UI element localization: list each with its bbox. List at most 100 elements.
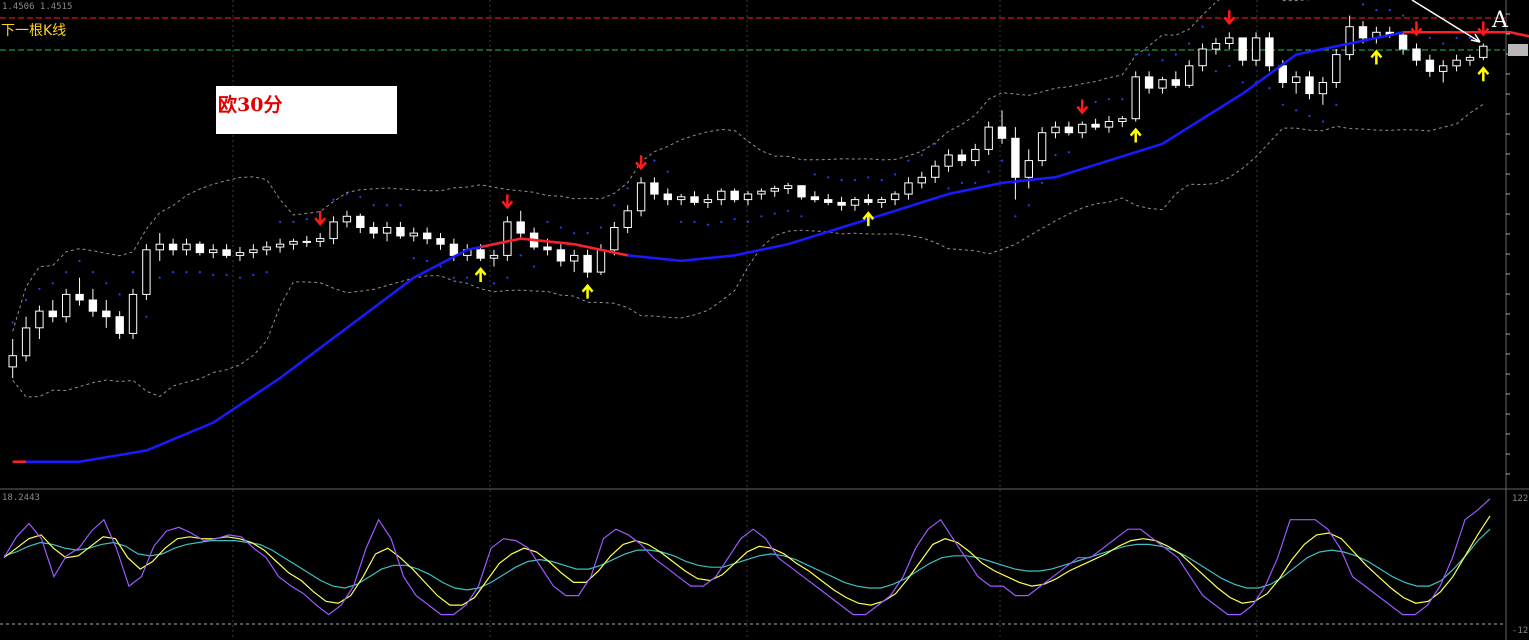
bull-candle-body: [1158, 79, 1167, 89]
candle: [1225, 32, 1234, 50]
sar-dot: [412, 257, 415, 260]
bull-candle-body: [677, 196, 686, 201]
candle: [1398, 32, 1408, 55]
bull-candle-body: [289, 240, 298, 245]
bear-candle-body: [1358, 26, 1368, 39]
indicator-bottom-value: -12: [1512, 626, 1529, 636]
candle: [235, 247, 245, 261]
candle: [62, 288, 71, 323]
bear-candle-body: [48, 310, 57, 318]
sar-dot: [894, 173, 897, 176]
buy-arrow: [1477, 66, 1490, 82]
sar-dot: [853, 179, 857, 182]
buy-arrow: [581, 283, 594, 299]
sar-dot: [1361, 3, 1365, 6]
bear-candle-body: [583, 254, 592, 273]
candle: [797, 185, 806, 200]
sar-dot: [693, 220, 696, 223]
candle: [730, 188, 739, 203]
sar-dot: [787, 209, 790, 212]
candle: [1479, 43, 1488, 61]
price-readout: 1.4506 1.4515: [2, 2, 73, 12]
sar-dot: [359, 195, 362, 198]
bull-candle-body: [8, 355, 17, 368]
bull-candle-body: [703, 199, 713, 203]
sar-dot: [185, 271, 188, 274]
sar-dot: [907, 159, 910, 162]
candle: [382, 221, 392, 242]
candle: [155, 233, 165, 261]
candlesticks: [8, 15, 1488, 379]
sar-dot: [1241, 81, 1244, 84]
sar-dot: [172, 271, 175, 274]
sar-dot: [613, 204, 616, 207]
bear-candle-body: [1412, 48, 1421, 61]
bear-candle-body: [864, 199, 873, 203]
candle: [423, 227, 432, 245]
bear-candle-body: [222, 249, 231, 256]
bull-candle-body: [21, 327, 31, 357]
sar-dot: [666, 170, 669, 173]
bear-candle-body: [516, 221, 525, 234]
sar-dot: [11, 321, 14, 324]
sar-dot: [960, 181, 964, 184]
sar-dot: [91, 271, 94, 274]
candle: [1265, 32, 1274, 72]
bull-candle-body: [717, 190, 726, 201]
sar-dot: [1121, 98, 1124, 101]
candle: [168, 238, 178, 256]
bull-candle-body: [570, 254, 579, 262]
bull-candle-body: [1332, 54, 1341, 83]
bull-candle-body: [35, 310, 44, 329]
sar-dot: [827, 176, 830, 179]
candle: [249, 244, 258, 259]
bull-candle-body: [409, 232, 419, 237]
buy-arrow: [474, 266, 487, 282]
sar-dot: [305, 218, 308, 221]
bear-candle-body: [115, 316, 124, 334]
bear-candle-body: [824, 199, 833, 203]
sar-dot: [1442, 42, 1445, 45]
bull-candle-body: [636, 182, 646, 212]
horizontal-levels: [0, 17, 1505, 51]
candle: [342, 210, 352, 228]
sar-dot: [706, 223, 710, 226]
bull-candle-body: [1198, 48, 1207, 67]
bear-candle-body: [102, 310, 111, 318]
bear-candle-body: [1265, 37, 1274, 67]
sell-arrow: [1076, 99, 1089, 115]
bull-candle-body: [142, 249, 151, 295]
sar-dot: [867, 176, 870, 179]
bear-candle-body: [449, 243, 459, 256]
bull-candle-body: [1051, 126, 1060, 134]
buy-arrow: [1370, 49, 1383, 65]
candle: [1211, 37, 1221, 55]
candle: [1318, 76, 1328, 105]
candle: [369, 221, 378, 239]
bear-candle-body: [650, 182, 659, 195]
sar-dot: [131, 271, 135, 274]
candle: [396, 221, 405, 239]
candle: [1372, 26, 1381, 44]
sar-dot: [559, 226, 562, 229]
candle: [703, 194, 713, 208]
candle: [650, 177, 659, 200]
sar-dot: [78, 259, 81, 262]
bull-candle-body: [155, 243, 165, 251]
sar-dot: [372, 204, 375, 207]
sar-dot: [519, 254, 522, 257]
candle: [583, 249, 592, 278]
bull-candle-body: [302, 240, 312, 243]
sar-dot: [586, 232, 589, 235]
candle: [409, 227, 419, 242]
sar-dot: [1321, 120, 1324, 123]
buy-arrow: [1129, 127, 1142, 143]
bear-candle-body: [423, 232, 432, 240]
current-price-tag: [1508, 44, 1528, 56]
candle: [743, 191, 753, 206]
sar-dot: [720, 220, 723, 223]
bear-candle-body: [957, 154, 967, 162]
sar-dot: [1228, 64, 1231, 67]
sar-dot: [1335, 103, 1338, 106]
candle: [917, 171, 926, 189]
